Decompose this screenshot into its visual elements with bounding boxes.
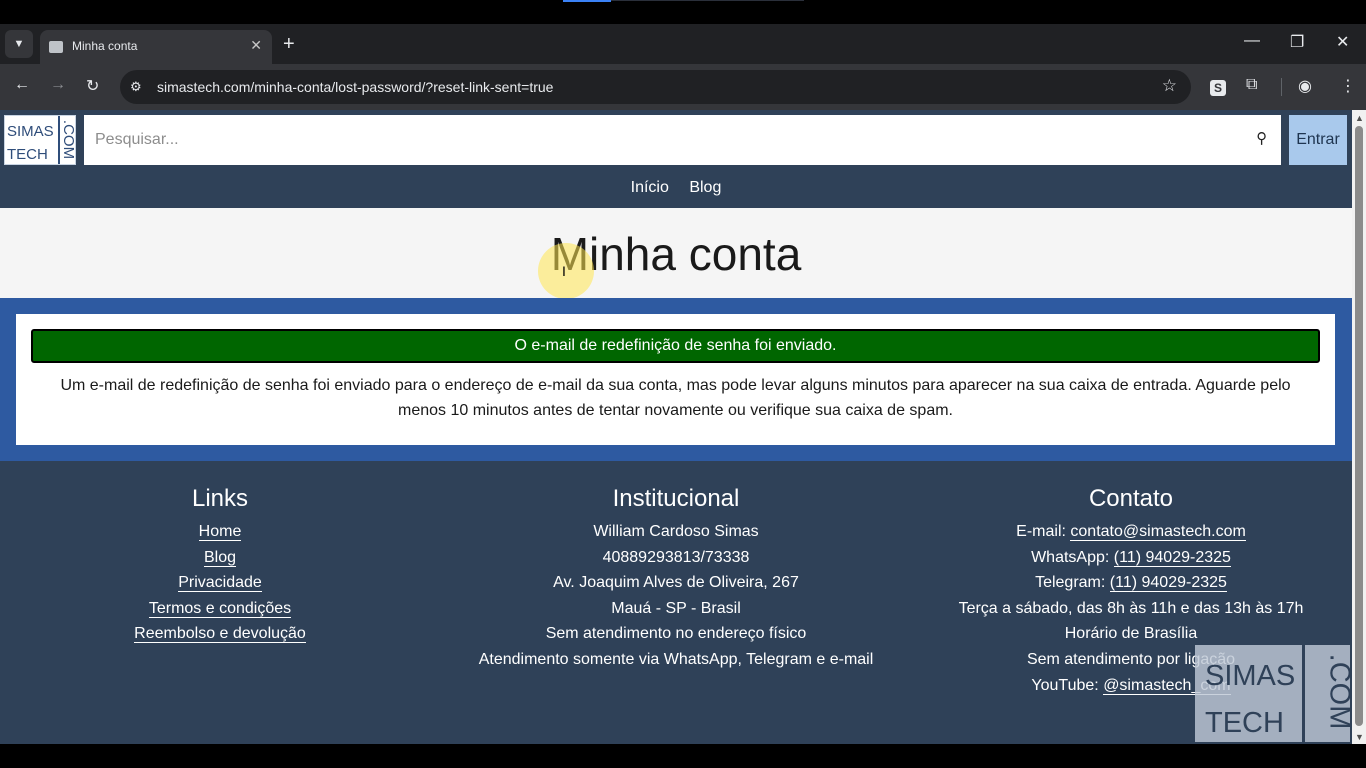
content-section: O e-mail de redefinição de senha foi env… (0, 298, 1352, 461)
loading-indicator (563, 0, 611, 2)
watermark-text: SIMAS TECH (1205, 653, 1295, 744)
profile-avatar-icon[interactable]: ◉ (1298, 76, 1312, 96)
forward-arrow-icon[interactable]: → (50, 76, 66, 94)
screen-top-bar (0, 0, 1366, 24)
watermark-line2: TECH (1205, 707, 1284, 739)
back-arrow-icon[interactable]: ← (14, 76, 30, 94)
logo-line2: TECH (7, 146, 48, 163)
site-header: SIMAS TECH .COM ⚲ Entrar Início Blog (0, 110, 1352, 208)
tab-search-chevron-icon[interactable]: ▼ (5, 30, 33, 58)
footer-links-column: Links Home Blog Privacidade Termos e con… (70, 485, 370, 647)
contato-telegram-line: Telegram: (11) 94029-2325 (931, 570, 1331, 596)
footer-contato-heading: Contato (1088, 485, 1174, 512)
watermark-logo: SIMAS TECH .COM (1195, 645, 1352, 744)
page-viewport: SIMAS TECH .COM ⚲ Entrar Início Blog Min… (0, 110, 1352, 744)
message-card: O e-mail de redefinição de senha foi env… (16, 314, 1335, 445)
extensions-puzzle-icon[interactable]: ⧉ (1246, 76, 1257, 94)
institucional-no-onsite: Sem atendimento no endereço físico (545, 625, 807, 643)
footer-institucional-column: Institucional William Cardoso Simas 4088… (426, 485, 926, 673)
extension-s-icon[interactable]: S (1210, 80, 1226, 96)
reload-icon[interactable]: ↻ (86, 76, 99, 96)
contato-hours: Terça a sábado, das 8h às 11h e das 13h … (958, 599, 1304, 617)
email-link[interactable]: contato@simastech.com (1070, 523, 1246, 541)
page-scrollbar[interactable]: ▲ ▼ (1352, 110, 1366, 744)
institucional-id: 40889293813/73338 (602, 548, 750, 566)
tab-title: Minha conta (72, 39, 138, 53)
footer-link-reembolso[interactable]: Reembolso e devolução (134, 625, 306, 644)
tab-close-icon[interactable]: ✕ (250, 37, 262, 54)
watermark-com: .COM (1323, 653, 1352, 730)
page-title-area: Minha conta (0, 208, 1352, 298)
footer-link-privacidade[interactable]: Privacidade (178, 574, 262, 593)
close-window-icon[interactable]: ✕ (1336, 32, 1349, 52)
screen-bottom-bar (0, 744, 1366, 768)
institucional-name: William Cardoso Simas (593, 523, 759, 540)
institucional-channels: Atendimento somente via WhatsApp, Telegr… (478, 650, 874, 668)
logo-line1: SIMAS (7, 123, 54, 140)
site-logo[interactable]: SIMAS TECH .COM (4, 115, 78, 166)
site-info-icon[interactable]: ⚙ (130, 79, 142, 95)
logo-text: SIMAS TECH (7, 120, 54, 166)
telegram-link[interactable]: (11) 94029-2325 (1109, 574, 1227, 593)
footer-link-home[interactable]: Home (198, 523, 242, 541)
browser-menu-icon[interactable]: ⋮ (1340, 76, 1356, 96)
restore-window-icon[interactable]: ❐ (1290, 32, 1304, 52)
main-nav: Início Blog (0, 174, 1352, 204)
success-notice: O e-mail de redefinição de senha foi env… (31, 329, 1320, 363)
watermark-line1: SIMAS (1205, 660, 1296, 692)
tab-favicon-icon (49, 41, 63, 53)
telegram-label: Telegram: (1035, 574, 1110, 592)
institucional-city: Mauá - SP - Brasil (611, 599, 741, 617)
search-input[interactable] (84, 115, 1244, 165)
whatsapp-link[interactable]: (11) 94029-2325 (1113, 548, 1231, 567)
nav-inicio[interactable]: Início (631, 179, 669, 196)
footer-link-blog[interactable]: Blog (203, 548, 237, 567)
bookmark-star-icon[interactable]: ☆ (1162, 76, 1177, 96)
minimize-icon[interactable]: — (1244, 32, 1260, 50)
logo-com: .COM (60, 119, 78, 160)
browser-tab-strip: ▼ Minha conta ✕ + — ❐ ✕ (0, 24, 1366, 64)
loading-track (611, 0, 804, 1)
toolbar-divider (1281, 78, 1282, 96)
browser-tab-active[interactable]: Minha conta ✕ (40, 30, 272, 64)
contato-whatsapp-line: WhatsApp: (11) 94029-2325 (931, 545, 1331, 571)
scroll-down-arrow-icon[interactable]: ▼ (1355, 732, 1364, 742)
nav-blog[interactable]: Blog (689, 179, 721, 196)
scrollbar-thumb[interactable] (1355, 126, 1363, 726)
text-cursor-icon: I (562, 263, 566, 279)
watermark-divider (1302, 645, 1305, 742)
login-button[interactable]: Entrar (1289, 115, 1347, 165)
footer-links-heading: Links (191, 485, 249, 512)
new-tab-plus-icon[interactable]: + (283, 32, 295, 56)
reset-message: Um e-mail de redefinição de senha foi en… (60, 377, 1291, 419)
email-label: E-mail: (1016, 523, 1071, 540)
address-bar[interactable]: ⚙ simastech.com/minha-conta/lost-passwor… (120, 70, 1191, 104)
footer-institucional-heading: Institucional (612, 485, 740, 512)
whatsapp-label: WhatsApp: (1031, 548, 1114, 566)
youtube-label: YouTube: (1031, 676, 1104, 694)
contato-email-line: E-mail: contato@simastech.com (931, 519, 1331, 545)
url-text[interactable]: simastech.com/minha-conta/lost-password/… (157, 79, 553, 95)
institucional-address: Av. Joaquim Alves de Oliveira, 267 (553, 574, 799, 592)
footer-link-termos[interactable]: Termos e condições (148, 599, 292, 618)
page-title: Minha conta (550, 228, 802, 280)
search-box: ⚲ (84, 115, 1281, 165)
contato-timezone: Horário de Brasília (1064, 625, 1198, 643)
browser-toolbar: ← → ↻ ⚙ simastech.com/minha-conta/lost-p… (0, 64, 1366, 110)
search-icon[interactable]: ⚲ (1256, 129, 1267, 147)
site-footer: Links Home Blog Privacidade Termos e con… (0, 461, 1352, 744)
scroll-up-arrow-icon[interactable]: ▲ (1355, 113, 1364, 123)
cursor-highlight (538, 243, 594, 299)
